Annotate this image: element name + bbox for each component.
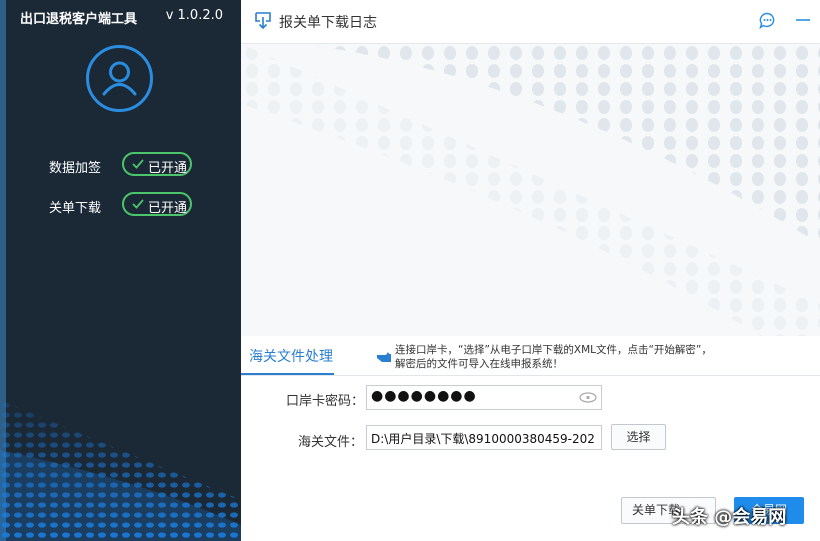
decorative-dot-pattern bbox=[0, 400, 241, 541]
password-input[interactable]: ●●●●●●●● bbox=[366, 385, 602, 410]
chat-icon[interactable] bbox=[759, 12, 776, 29]
password-value: ●●●●●●●● bbox=[371, 388, 477, 404]
tab-bar: 海关文件处理 连接口岸卡，“选择”从电子口岸下载的XML文件，点击“开始解密”，… bbox=[241, 337, 820, 376]
file-label: 海关文件： bbox=[298, 435, 364, 450]
sidebar: 出口退税客户端工具 v 1.0.2.0 数据加签 已开通 关单下载 已开通 bbox=[0, 0, 241, 541]
check-icon bbox=[132, 159, 144, 169]
watermark: 头条 @会易网 bbox=[672, 507, 787, 528]
app-title: 出口退税客户端工具 bbox=[20, 12, 138, 27]
check-icon bbox=[132, 199, 144, 209]
feature-label: 关单下载 bbox=[49, 201, 102, 216]
banner-background bbox=[241, 44, 820, 336]
status-badge: 已开通 bbox=[122, 192, 192, 216]
minimize-icon[interactable] bbox=[795, 13, 811, 27]
feature-label: 数据加签 bbox=[49, 161, 102, 176]
download-icon bbox=[255, 12, 271, 30]
eye-icon[interactable] bbox=[579, 392, 597, 403]
user-icon bbox=[102, 61, 137, 96]
feature-row-data-signing: 数据加签 已开通 bbox=[49, 152, 219, 178]
status-badge: 已开通 bbox=[122, 152, 192, 176]
file-path-value: D:\用户目录\下载\8910000380459-202 bbox=[371, 432, 595, 446]
file-path-input[interactable]: D:\用户目录\下载\8910000380459-202 bbox=[366, 425, 602, 450]
tab-customs-file-processing[interactable]: 海关文件处理 bbox=[241, 337, 334, 375]
instruction-line: 解密后的文件可导入在线申报系统！ bbox=[395, 358, 563, 370]
select-file-button[interactable]: 选择 bbox=[611, 424, 666, 450]
pointing-hand-icon bbox=[377, 352, 391, 362]
avatar[interactable] bbox=[86, 45, 153, 112]
window-header: 报关单下载日志 bbox=[241, 0, 820, 44]
password-label: 口岸卡密码： bbox=[286, 394, 365, 409]
instruction-text: 连接口岸卡，“选择”从电子口岸下载的XML文件，点击“开始解密”， 解密后的文件… bbox=[395, 343, 805, 371]
status-text: 已开通 bbox=[148, 201, 188, 216]
tab-label: 海关文件处理 bbox=[249, 349, 333, 365]
instruction-line: 连接口岸卡，“选择”从电子口岸下载的XML文件，点击“开始解密”， bbox=[395, 344, 712, 356]
app-version: v 1.0.2.0 bbox=[165, 8, 223, 23]
feature-row-declaration-download: 关单下载 已开通 bbox=[49, 192, 219, 218]
decorative-dot-wave bbox=[241, 44, 820, 336]
window-title: 报关单下载日志 bbox=[279, 15, 377, 31]
status-text: 已开通 bbox=[148, 161, 188, 176]
